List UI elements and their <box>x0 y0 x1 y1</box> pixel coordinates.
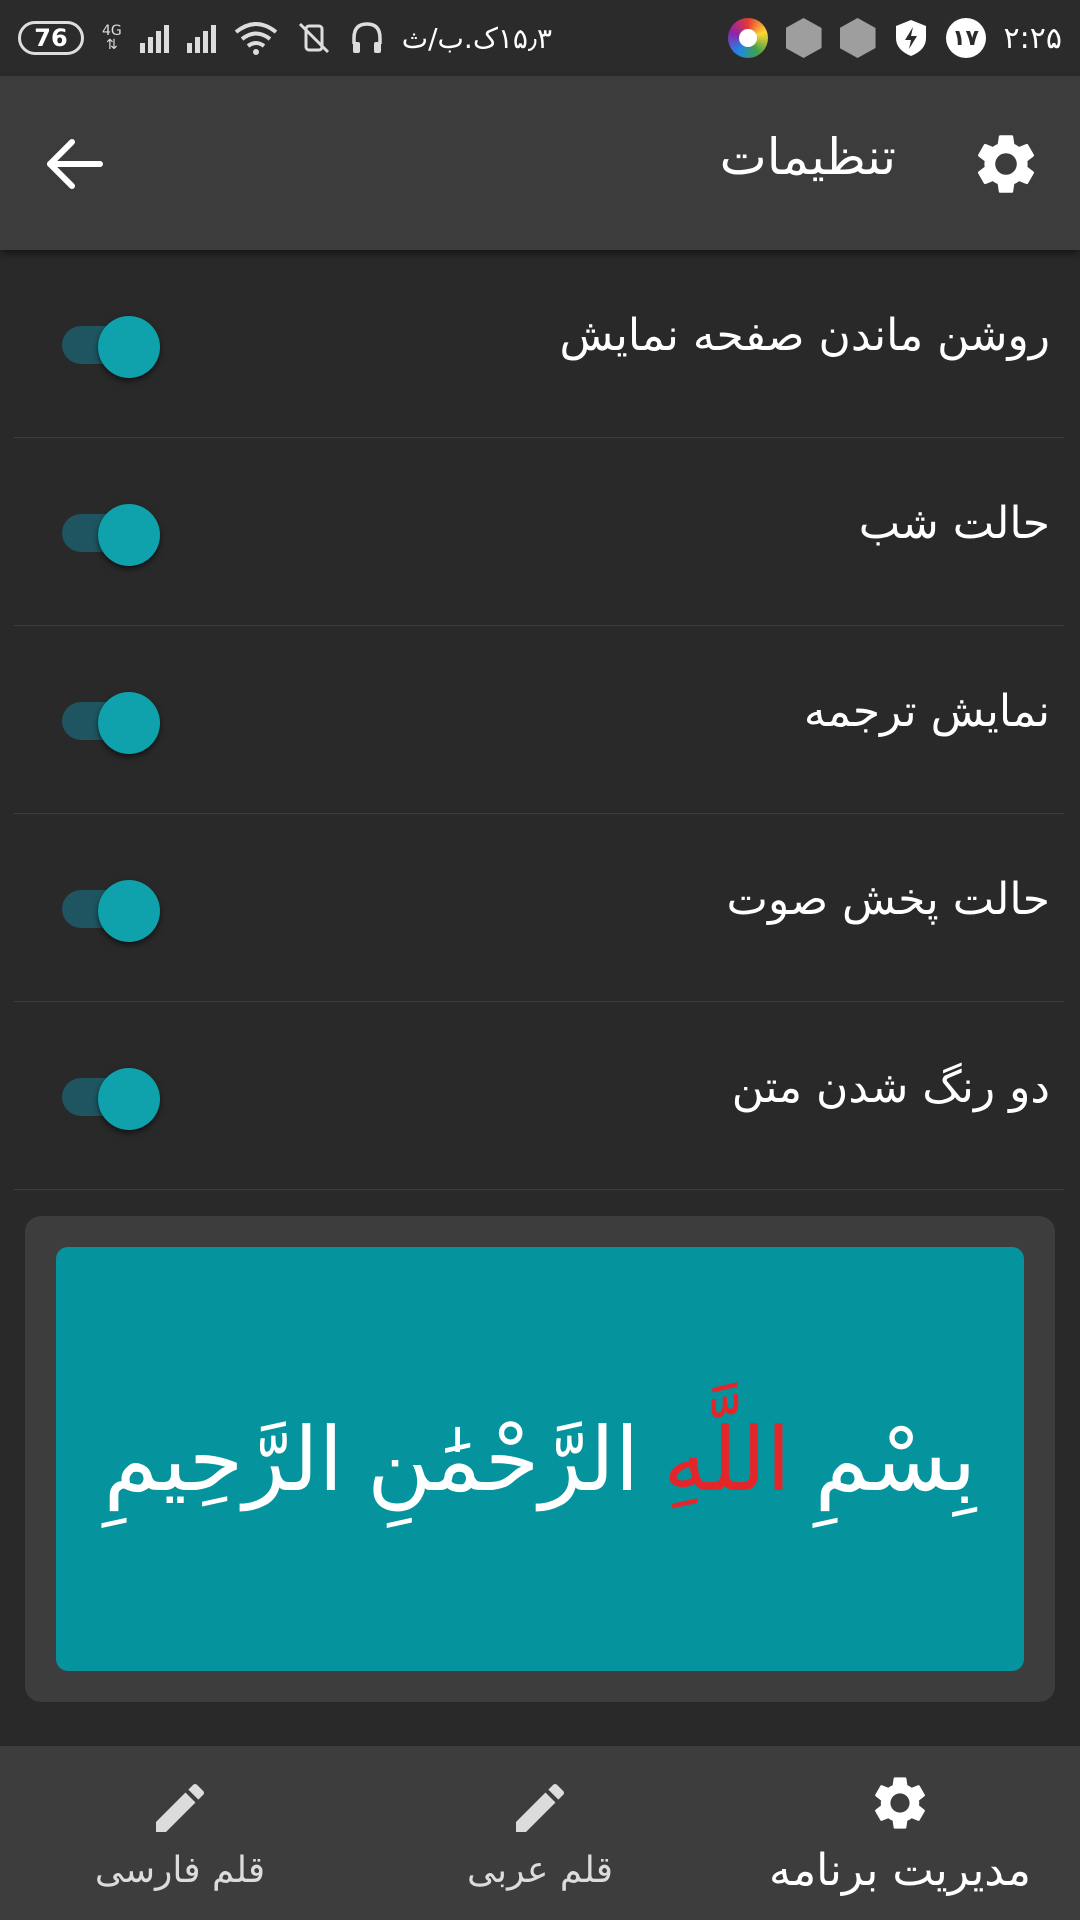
gear-icon <box>977 135 1035 193</box>
setting-row-keep-screen-on[interactable]: روشن ماندن صفحه نمایش <box>14 250 1064 438</box>
shield-bolt-icon <box>895 20 926 56</box>
network-speed: ۱۵٫۳ک.ب/ث <box>401 21 553 55</box>
app-hex-icon-1 <box>785 18 822 58</box>
status-bar: 76 4G ⇅ ۱۵٫۳ک.ب/ث ۱۷ ۲:۲۵ <box>0 0 1080 76</box>
data-arrows-icon: ⇅ <box>106 37 118 53</box>
preview-word-2: اللَّهِ <box>663 1407 791 1511</box>
keep-screen-on-switch[interactable] <box>62 316 162 378</box>
setting-row-show-translation[interactable]: نمایش ترجمه <box>14 626 1064 814</box>
setting-row-two-color-text[interactable]: دو رنگ شدن متن <box>14 1002 1064 1190</box>
arrow-left-icon <box>47 139 103 189</box>
nav-arabic-font[interactable]: قلم عربی <box>360 1746 720 1920</box>
setting-label: نمایش ترجمه <box>803 686 1050 737</box>
switch-thumb <box>98 316 160 378</box>
switch-thumb <box>98 504 160 566</box>
nav-label: مدیریت برنامه <box>769 1844 1031 1896</box>
signal-icon-1 <box>139 23 169 53</box>
network-label: 4G <box>102 23 122 39</box>
night-mode-switch[interactable] <box>62 504 162 566</box>
setting-label: روشن ماندن صفحه نمایش <box>559 310 1051 361</box>
preview-text-box: بِسْمِ اللَّهِ الرَّحْمَٰنِ الرَّحِيمِ <box>56 1247 1024 1671</box>
gear-icon <box>875 1776 925 1829</box>
battery-level: 76 <box>34 24 68 52</box>
nav-label: قلم فارسی <box>94 1849 266 1891</box>
switch-thumb <box>98 1068 160 1130</box>
vibrate-off-icon <box>298 22 329 54</box>
audio-playback-switch[interactable] <box>62 880 162 942</box>
setting-row-night-mode[interactable]: حالت شب <box>14 438 1064 626</box>
settings-list: روشن ماندن صفحه نمایش حالت شب نمایش ترجم… <box>14 250 1064 1190</box>
headphones-icon <box>352 22 382 53</box>
preview-word-3: الرَّحْمَٰنِ <box>367 1407 640 1511</box>
nav-label: قلم عربی <box>467 1849 613 1891</box>
setting-label: حالت پخش صوت <box>726 874 1050 925</box>
bottom-navigation: مدیریت برنامه قلم عربی قلم فارسی <box>0 1746 1080 1920</box>
pencil-icon <box>516 1783 565 1832</box>
signal-icon-2 <box>186 23 216 53</box>
preview-word-1: بِسْمِ <box>814 1407 977 1511</box>
notification-count: ۱۷ <box>952 25 979 51</box>
show-translation-switch[interactable] <box>62 692 162 754</box>
two-color-text-switch[interactable] <box>62 1068 162 1130</box>
pencil-icon <box>156 1783 205 1832</box>
setting-label: حالت شب <box>858 498 1050 549</box>
nav-app-management[interactable]: مدیریت برنامه <box>720 1746 1080 1920</box>
battery-icon: 76 <box>18 21 84 55</box>
color-wheel-icon <box>727 18 768 58</box>
setting-row-audio-playback[interactable]: حالت پخش صوت <box>14 814 1064 1002</box>
wifi-icon <box>234 22 278 55</box>
preview-card: بِسْمِ اللَّهِ الرَّحْمَٰنِ الرَّحِيمِ <box>25 1216 1055 1702</box>
clock: ۲:۲۵ <box>1003 20 1062 56</box>
network-type: 4G ⇅ <box>102 24 122 52</box>
app-hex-icon-2 <box>839 18 876 58</box>
notification-count-badge: ۱۷ <box>945 18 986 58</box>
app-bar: تنظیمات <box>0 76 1080 250</box>
setting-label: دو رنگ شدن متن <box>731 1062 1050 1113</box>
switch-thumb <box>98 880 160 942</box>
status-right: ۱۷ ۲:۲۵ <box>727 18 1062 58</box>
page-title: تنظیمات <box>719 128 896 186</box>
nav-persian-font[interactable]: قلم فارسی <box>0 1746 360 1920</box>
back-button[interactable] <box>36 126 112 202</box>
preview-word-4: الرَّحِيمِ <box>103 1407 344 1511</box>
status-left: 76 4G ⇅ ۱۵٫۳ک.ب/ث <box>18 20 552 56</box>
switch-thumb <box>98 692 160 754</box>
